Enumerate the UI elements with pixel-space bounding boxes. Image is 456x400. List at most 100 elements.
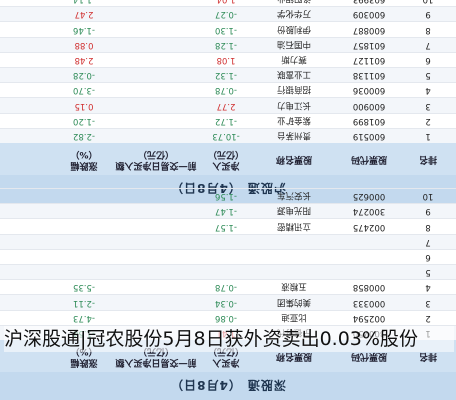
table-row: 8 002475 立讯精密 -1.57 [0,218,456,234]
table-cell [110,295,202,309]
table-cell [0,98,58,112]
table-cell: 7 [425,236,431,247]
table-cell [58,265,110,279]
table-cell: -1.56 [215,191,237,202]
table-row: 7 601857 中国石油 -1.28 0.88 [0,36,456,52]
table-cell [250,250,338,264]
table-cell [110,53,202,67]
table-cell: 1.08 [216,54,236,65]
table-cell: 4 [425,282,431,293]
table-cell [110,280,202,294]
table-cell: 10 [400,0,456,6]
table-cell: 000858 [352,282,386,293]
header-cell: 排名 [419,154,438,165]
table-row: 7 [0,233,456,249]
table-cell: 洛阳钼业 [250,0,338,6]
news-headline: 沪深股通|冠农股份5月8日获外资卖出0.03%股份 [4,326,454,352]
table-date: （4月8日） [170,378,241,393]
table-cell [0,189,58,203]
table-cell: -1.14 [58,0,110,6]
table-cell: 000625 [352,191,386,202]
table-cell: 贵州茅台 [277,129,312,140]
table-cell [202,265,250,279]
table-cell: 2.47 [74,9,94,20]
table-row: 6 [0,248,456,265]
table-cell [0,23,58,37]
table-cell [110,189,202,203]
header-cell: 前一交易日净买入额 （亿元） [115,149,197,170]
table-cell: -0.27 [215,9,237,20]
table-cell: 7 [425,39,431,50]
table-cell [0,280,58,294]
table-row: 10603993洛阳钼业1.04 -1.14 [0,0,456,7]
table-cell [0,38,58,52]
table-cell: 601138 [352,70,386,81]
table-cell: 8 [425,24,431,35]
table-cell [58,220,110,234]
table-cell [110,7,202,21]
table-cell [58,250,110,264]
table-cell: -1.30 [215,24,237,35]
table-cell [0,311,58,325]
table-cell: -1.28 [215,39,237,50]
hugutong-table: 沪股通 （4月8日） 排名 股票代码 股票名称 净买入 （亿元） 前一交易日净买… [0,0,456,203]
table-cell: 紫金矿业 [277,114,312,125]
table-cell: 300274 [352,206,386,217]
table-cell: 1.04 [202,0,250,6]
table-cell [58,204,110,218]
table-cell: -1.32 [215,70,237,81]
table-cell: -0.28 [73,70,95,81]
table-cell: 601899 [352,115,386,126]
table-cell: -5.35 [73,282,95,293]
table-cell [338,250,400,264]
table-cell: 601857 [352,39,386,50]
shengutong-table: 深股通 （4月8日） 排名 股票代码 股票名称 净买入 （亿元） 前一交易日净买… [0,188,456,400]
table-cell: 601127 [352,54,386,65]
table-cell: -1.72 [215,115,237,126]
table-cell [202,250,250,264]
table-row: 2 002594 比亚迪 -0.86 -4.73 [0,309,456,325]
table-cell [110,235,202,249]
table-cell [110,129,202,143]
table-cell: 600519 [352,130,386,141]
table-cell [110,311,202,325]
table-cell: -10.73 [212,130,240,141]
table-row: 10 000625 长安汽车 -1.56 [0,188,456,204]
table-cell [338,265,400,279]
table-cell [0,235,58,249]
table-body: 1300750宁德时代1.41-1.542002594比亚迪-0.86-4.73… [0,188,456,340]
table-cell: 3 [425,297,431,308]
table-cell [58,235,110,249]
table-cell: 五粮液 [281,281,307,292]
table-cell [338,235,400,249]
table-row: 1 600519 贵州茅台 -10.73 -2.82 [0,127,456,143]
table-cell [110,265,202,279]
table-cell: -2.11 [73,297,95,308]
table-cell: 2.77 [216,100,236,111]
table-cell: 002594 [352,312,386,323]
table-cell: 立讯精密 [277,220,312,231]
table-cell: -3.70 [73,85,95,96]
table-cell: 美的集团 [277,296,312,307]
table-cell: 8 [425,221,431,232]
table-cell [0,250,58,264]
table-cell: 600036 [352,85,386,96]
table-cell [0,0,58,6]
table-cell [0,204,58,218]
table-cell [110,204,202,218]
table-cell: 2 [425,115,431,126]
table-cell: 002475 [352,221,386,232]
table-row: 3 600900 长江电力 2.77 0.15 [0,97,456,113]
table-row: 6 601127 赛力斯 1.08 2.48 [0,51,456,68]
table-row: 9 300274 阳光电源 -1.47 [0,203,456,219]
table-cell: 9 [425,206,431,217]
table-cell: 9 [425,9,431,20]
table-cell: 3 [425,100,431,111]
table-row: 5 601138 工业富联 -1.32 -0.28 [0,67,456,83]
table-cell: 603993 [338,0,400,6]
table-cell: 长安汽车 [277,190,312,201]
table-cell [0,68,58,82]
table-cell: 600309 [352,9,386,20]
table-cell: 万华化学 [277,8,312,19]
table-cell [110,68,202,82]
